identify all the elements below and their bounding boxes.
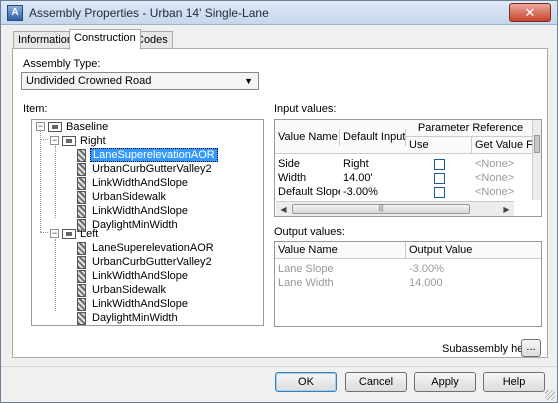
subassembly-icon [77,256,86,269]
cancel-button[interactable]: Cancel [345,372,407,392]
assembly-type-label: Assembly Type: [23,58,101,70]
output-row-value: 14.000 [409,277,443,289]
close-button[interactable]: ✕ [509,3,551,22]
help-button[interactable]: Help [483,372,545,392]
side-group-icon [62,136,76,146]
input-row-default[interactable]: Right [340,157,406,171]
col-use[interactable]: Use [406,137,472,154]
input-row-default[interactable]: -3.00% [340,185,406,199]
input-row-name[interactable]: Side [275,157,340,171]
col-output-value-name[interactable]: Value Name [275,242,406,259]
tree-node-right-1[interactable]: UrbanCurbGutterValley2 [90,162,214,176]
chevron-down-icon: ▼ [244,76,253,86]
baseline-icon [48,122,62,132]
col-value-name[interactable]: Value Name [275,129,340,146]
subassembly-icon [77,177,86,190]
input-values-vertical-scrollbar[interactable] [532,120,541,200]
scroll-left-icon[interactable]: ◀ [276,202,291,216]
tab-construction[interactable]: Construction [69,29,141,50]
output-values-label: Output values: [274,226,345,238]
use-checkbox[interactable] [434,187,445,198]
subassembly-icon [77,312,86,325]
side-group-icon [62,229,76,239]
item-label: Item: [23,103,48,115]
tree-node-left[interactable]: Left [78,227,100,241]
scroll-right-icon[interactable]: ▶ [499,202,514,216]
apply-button[interactable]: Apply [414,372,476,392]
subassembly-icon [77,270,86,283]
tree-node-right-3[interactable]: UrbanSidewalk [90,190,168,204]
input-values-grid[interactable]: Value Name Default Input... Parameter Re… [274,119,542,217]
col-default-input[interactable]: Default Input... [340,129,406,146]
input-row-name[interactable]: Default Slope [275,185,340,199]
tree-node-baseline[interactable]: Baseline [64,120,110,134]
input-row-ref[interactable]: <None> [472,171,533,185]
tree-node-left-2[interactable]: LinkWidthAndSlope [90,269,190,283]
subassembly-icon [77,205,86,218]
subassembly-icon [77,163,86,176]
assembly-type-value: Undivided Crowned Road [26,75,152,87]
input-values-horizontal-scrollbar[interactable]: ◀ ||| ▶ [276,201,514,216]
autocad-app-icon: A [7,5,23,21]
tree-node-right-4[interactable]: LinkWidthAndSlope [90,204,190,218]
tree-node-left-1[interactable]: UrbanCurbGutterValley2 [90,255,214,269]
use-checkbox[interactable] [434,173,445,184]
footer-divider [1,366,557,367]
right-collapse-icon[interactable]: − [50,136,59,145]
title-bar[interactable]: A Assembly Properties - Urban 14' Single… [1,1,557,25]
input-row-name[interactable]: Width [275,171,340,185]
tree-node-right[interactable]: Right [78,134,108,148]
input-values-label: Input values: [274,103,337,115]
window-title: Assembly Properties - Urban 14' Single-L… [29,6,269,20]
baseline-collapse-icon[interactable]: − [36,122,45,131]
output-row-name: Lane Width [278,277,334,289]
left-collapse-icon[interactable]: − [50,229,59,238]
output-row-name: Lane Slope [278,263,334,275]
subassembly-icon [77,284,86,297]
input-row-default[interactable]: 14.00' [340,171,406,185]
scroll-thumb[interactable]: ||| [292,204,470,214]
tree-node-left-4[interactable]: LinkWidthAndSlope [90,297,190,311]
tree-node-left-3[interactable]: UrbanSidewalk [90,283,168,297]
resize-grip-icon[interactable] [545,390,555,400]
output-values-grid[interactable]: Value Name Output Value Lane Slope -3.00… [274,241,542,327]
output-row-value: -3.00% [409,263,444,275]
subassembly-icon [77,191,86,204]
col-output-value[interactable]: Output Value [406,242,541,259]
tree-node-left-0[interactable]: LaneSuperelevationAOR [90,241,216,255]
subassembly-icon [77,298,86,311]
tree-node-left-5[interactable]: DaylightMinWidth [90,311,180,325]
subassembly-icon [77,149,86,162]
item-tree[interactable]: − Baseline − Right LaneSuperelevationAOR… [31,119,264,326]
tree-node-right-0[interactable]: LaneSuperelevationAOR [90,148,218,162]
input-row-ref[interactable]: <None> [472,185,533,199]
input-row-ref[interactable]: <None> [472,157,533,171]
col-group-parameter-reference: Parameter Reference [406,120,533,137]
use-checkbox[interactable] [434,159,445,170]
subassembly-help-button[interactable]: ... [521,339,541,357]
assembly-properties-dialog: A Assembly Properties - Urban 14' Single… [0,0,558,403]
tree-node-right-5[interactable]: DaylightMinWidth [90,218,180,232]
subassembly-icon [77,242,86,255]
ok-button[interactable]: OK [275,372,337,392]
assembly-type-select[interactable]: Undivided Crowned Road ▼ [21,72,259,90]
col-get-value-from[interactable]: Get Value Fr [472,137,533,154]
tree-node-right-2[interactable]: LinkWidthAndSlope [90,176,190,190]
